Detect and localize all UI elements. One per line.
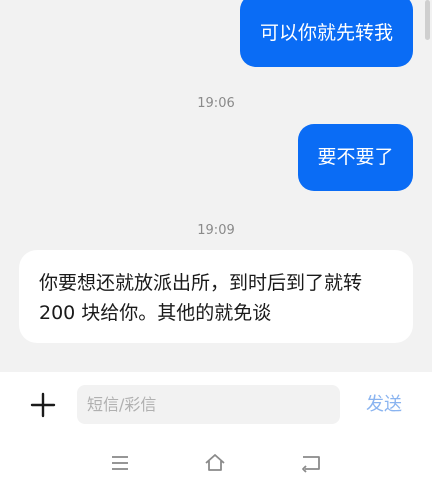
message-timestamp: 19:06: [197, 96, 235, 111]
message-text: 要不要了: [317, 146, 394, 168]
navigation-bar: [0, 438, 432, 487]
message-text-line: 你要想还就放派出所，到时后到了就转: [39, 272, 363, 294]
composer-bar: 短信/彩信 发送: [0, 372, 432, 438]
home-icon[interactable]: [204, 452, 226, 474]
outgoing-message[interactable]: 可以你就先转我: [240, 0, 413, 67]
outgoing-message[interactable]: 要不要了: [298, 124, 413, 191]
sms-input[interactable]: 短信/彩信: [77, 385, 340, 424]
sms-input-placeholder: 短信/彩信: [87, 395, 157, 414]
send-button[interactable]: 发送: [352, 392, 416, 418]
message-text-line: 200 块给你。其他的就免谈: [39, 302, 272, 324]
message-timestamp: 19:09: [197, 223, 235, 238]
back-icon[interactable]: [300, 452, 322, 474]
incoming-message[interactable]: 你要想还就放派出所，到时后到了就转 200 块给你。其他的就免谈: [19, 250, 413, 343]
message-text: 可以你就先转我: [259, 22, 393, 44]
conversation-view[interactable]: 可以你就先转我 19:06 要不要了 19:09 你要想还就放派出所，到时后到了…: [0, 0, 432, 372]
plus-icon[interactable]: [30, 392, 56, 418]
scrollbar[interactable]: [425, 0, 430, 40]
menu-icon[interactable]: [109, 452, 131, 474]
